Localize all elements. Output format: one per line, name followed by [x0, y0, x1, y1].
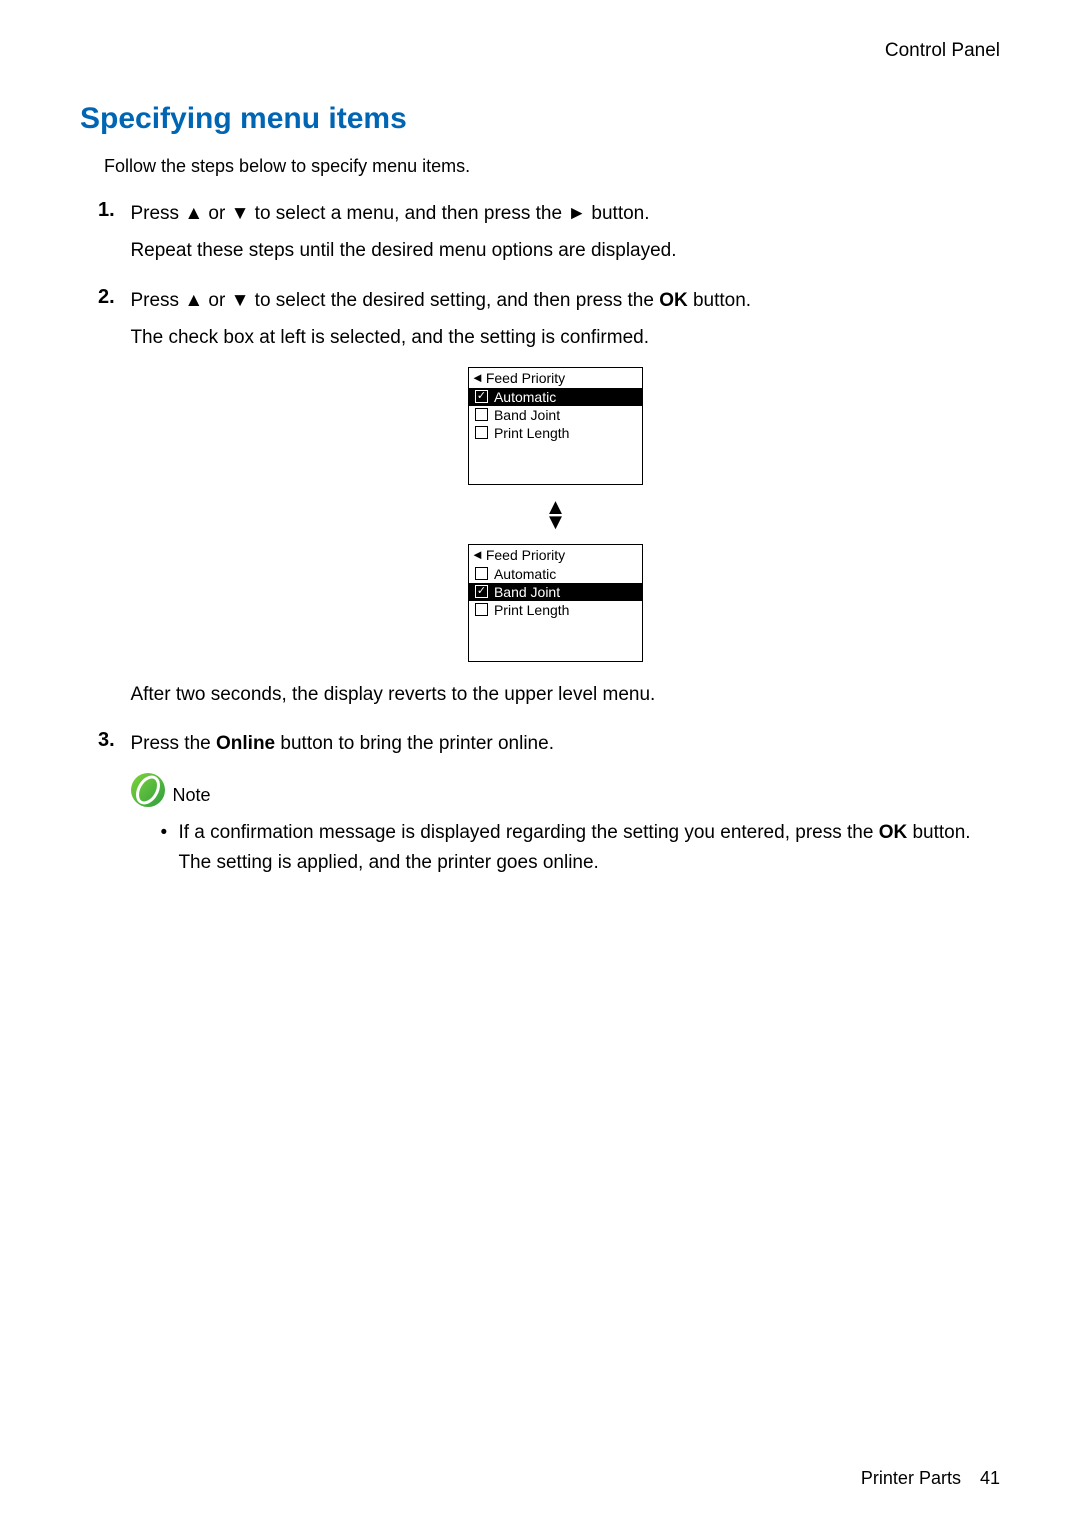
lcd-row-label: Automatic [494, 389, 556, 405]
lcd-row-automatic: Automatic [469, 565, 642, 583]
intro-text: Follow the steps below to specify menu i… [104, 156, 1000, 177]
footer-section: Printer Parts [861, 1468, 961, 1488]
lcd-screen-after: ◄ Feed Priority Automatic Band Joint [468, 544, 643, 662]
lcd-row-print-length: Print Length [469, 601, 642, 619]
down-arrow-icon: ▼ [231, 203, 250, 224]
note-item: If a confirmation message is displayed r… [160, 818, 980, 877]
step-2-line-1: Press ▲ or ▼ to select the desired setti… [130, 286, 980, 315]
step-3-line-1: Press the Online button to bring the pri… [130, 729, 980, 758]
section-heading: Specifying menu items [80, 102, 1000, 136]
step-2-line-2: The check box at left is selected, and t… [130, 323, 980, 352]
checkbox-icon [475, 603, 488, 616]
checkbox-icon [475, 567, 488, 580]
header-section-label: Control Panel [80, 40, 1000, 62]
page: Control Panel Specifying menu items Foll… [0, 0, 1080, 1527]
ok-button-text: OK [879, 822, 908, 843]
step-1: 1. Press ▲ or ▼ to select a menu, and th… [98, 199, 1000, 274]
step-1-line-2: Repeat these steps until the desired men… [130, 236, 980, 265]
lcd-row-label: Automatic [494, 566, 556, 582]
lcd-row-label: Band Joint [494, 407, 560, 423]
step-2-after-text: After two seconds, the display reverts t… [130, 680, 980, 709]
back-arrow-icon: ◄ [471, 547, 484, 562]
step-3: 3. Press the Online button to bring the … [98, 729, 1000, 877]
checkbox-icon [475, 426, 488, 439]
checkbox-icon [475, 390, 488, 403]
step-1-line-1: Press ▲ or ▼ to select a menu, and then … [130, 199, 980, 228]
lcd-title-row: ◄ Feed Priority [469, 545, 642, 565]
lcd-illustration: ◄ Feed Priority Automatic Band Joint [130, 367, 980, 662]
lcd-screen-before: ◄ Feed Priority Automatic Band Joint [468, 367, 643, 485]
lcd-row-band-joint: Band Joint [469, 406, 642, 424]
steps-list: 1. Press ▲ or ▼ to select a menu, and th… [98, 199, 1000, 877]
up-arrow-icon: ▲ [184, 203, 203, 224]
down-arrow-icon: ▼ [231, 290, 250, 311]
lcd-title-text: Feed Priority [486, 547, 565, 563]
note-block: Note If a confirmation message is displa… [130, 772, 980, 877]
lcd-row-label: Print Length [494, 602, 570, 618]
lcd-row-print-length: Print Length [469, 424, 642, 442]
step-number: 3. [98, 729, 126, 752]
lcd-row-band-joint: Band Joint [469, 583, 642, 601]
lcd-row-label: Print Length [494, 425, 570, 441]
lcd-row-label: Band Joint [494, 584, 560, 600]
step-number: 2. [98, 286, 126, 309]
checkbox-icon [475, 408, 488, 421]
note-label: Note [172, 785, 210, 808]
checkbox-icon [475, 585, 488, 598]
footer-page-number: 41 [980, 1468, 1000, 1488]
ok-button-text: OK [659, 290, 688, 311]
back-arrow-icon: ◄ [471, 370, 484, 385]
lcd-row-automatic: Automatic [469, 388, 642, 406]
note-list: If a confirmation message is displayed r… [160, 818, 980, 877]
up-arrow-icon: ▲ [184, 290, 203, 311]
page-footer: Printer Parts 41 [861, 1468, 1000, 1489]
note-icon [130, 772, 166, 808]
lcd-title-text: Feed Priority [486, 370, 565, 386]
transition-arrows: ▲ ▼ [130, 499, 980, 530]
lcd-title-row: ◄ Feed Priority [469, 368, 642, 388]
down-arrow-icon: ▼ [130, 514, 980, 529]
online-button-text: Online [216, 733, 275, 754]
right-arrow-icon: ► [567, 203, 586, 224]
step-2: 2. Press ▲ or ▼ to select the desired se… [98, 286, 1000, 717]
step-number: 1. [98, 199, 126, 222]
